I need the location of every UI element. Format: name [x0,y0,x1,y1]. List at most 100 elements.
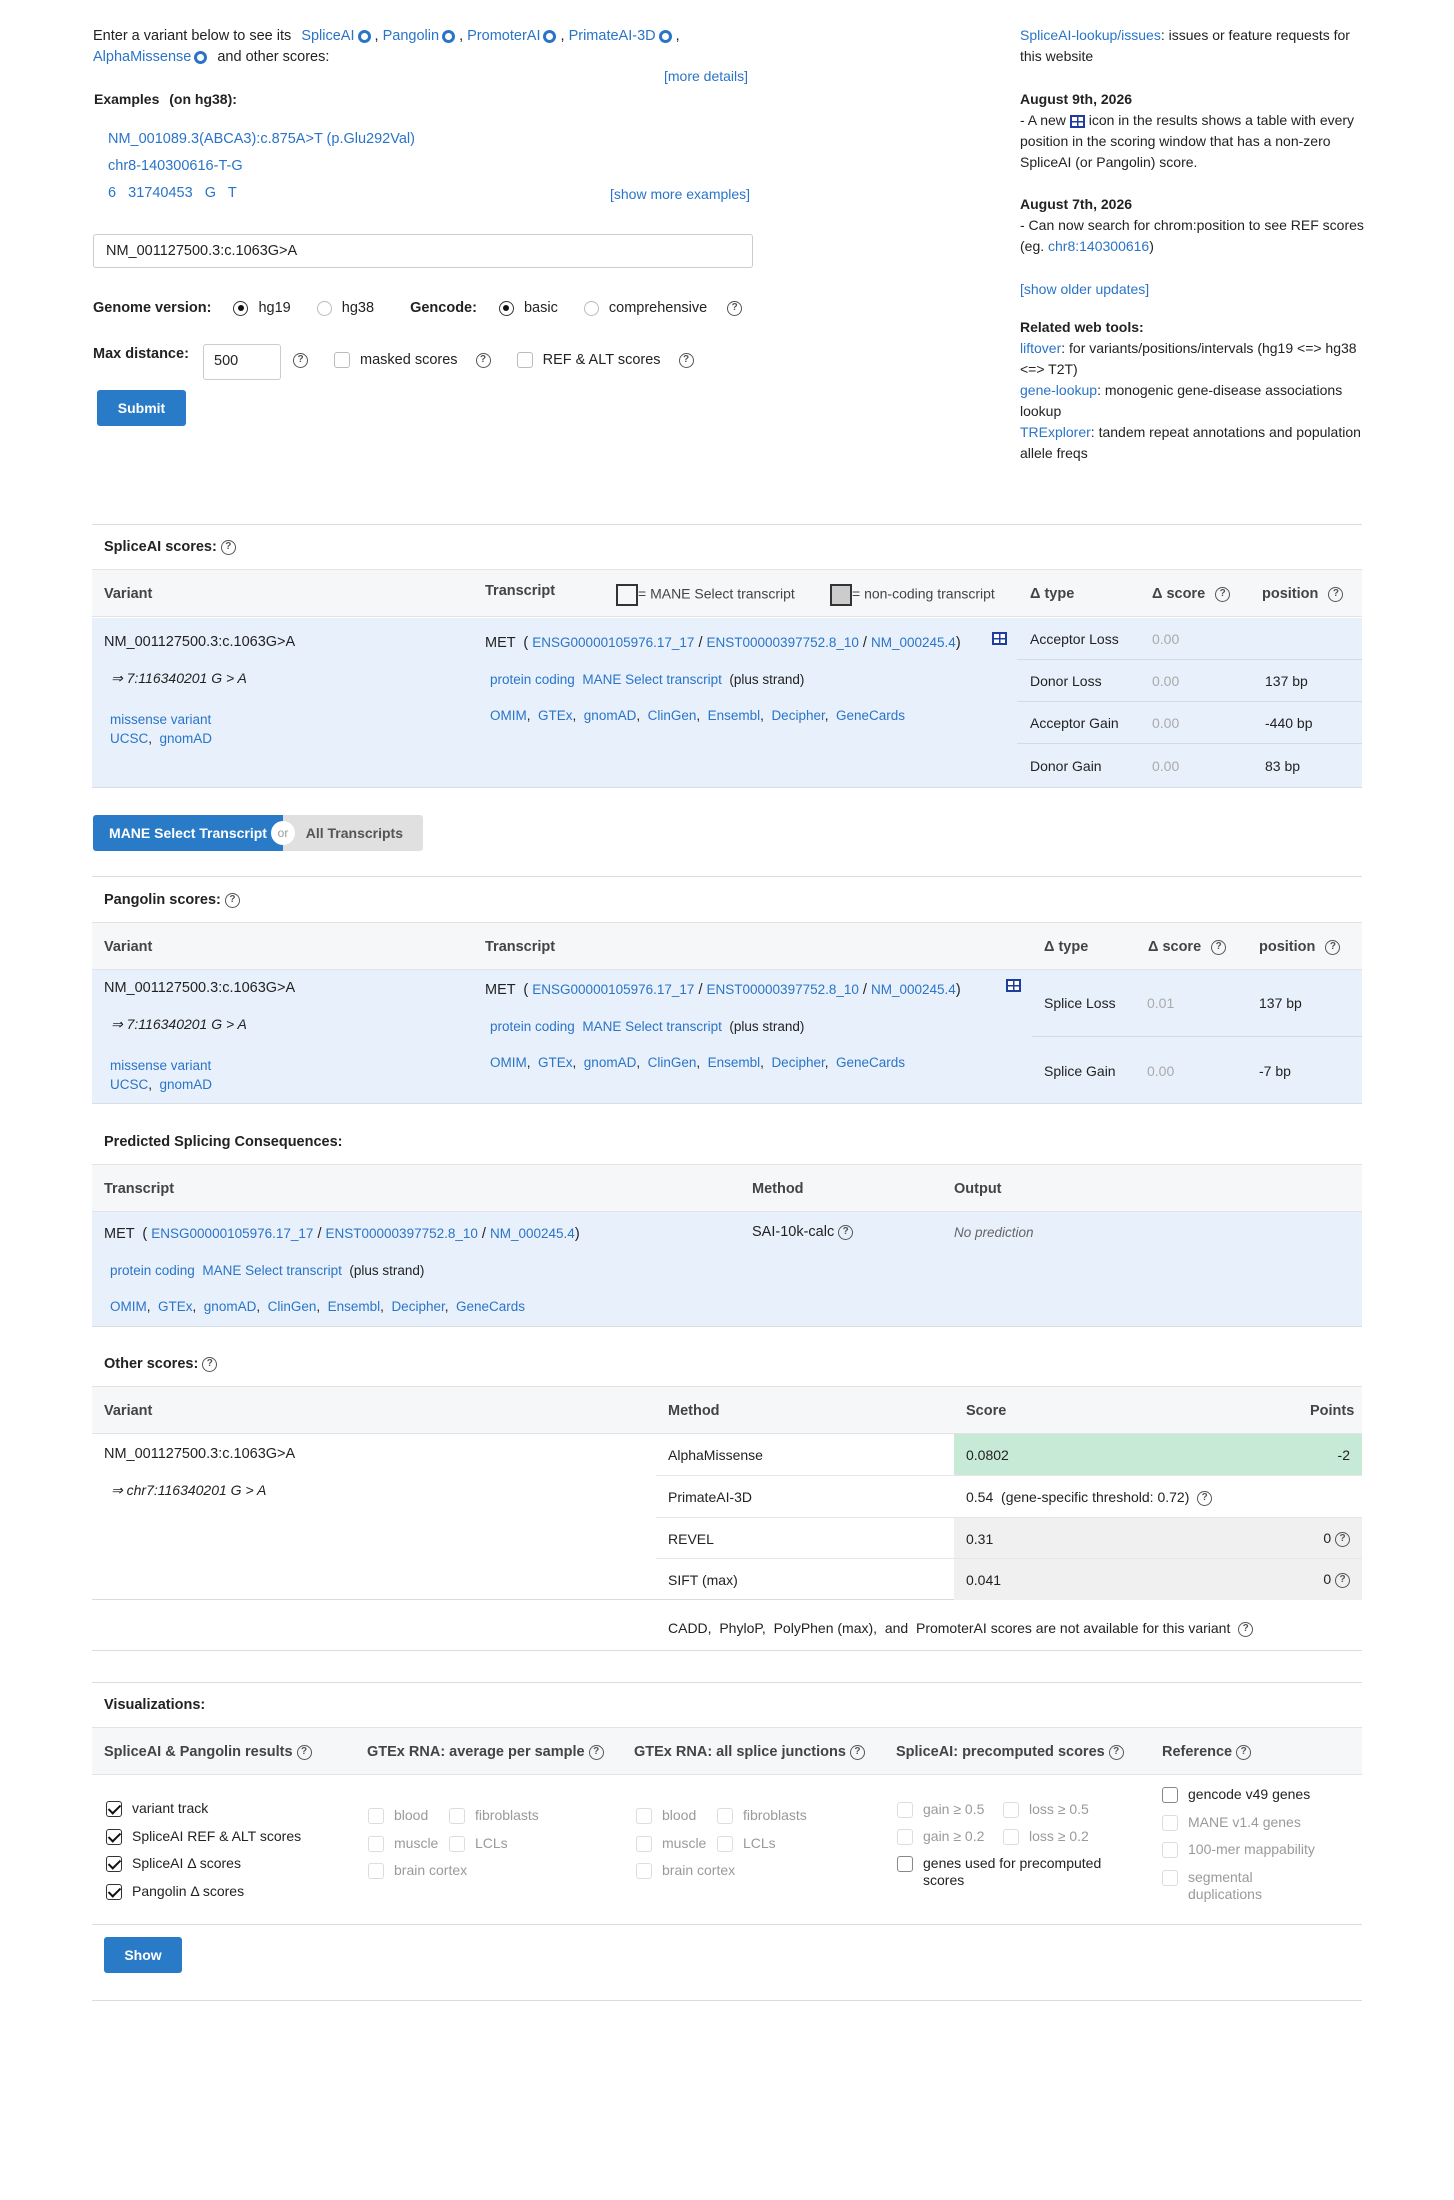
help-icon[interactable]: ? [293,352,308,368]
github-icon[interactable] [357,29,371,43]
help-icon[interactable]: ? [1325,939,1341,955]
promoterai-link[interactable]: PromoterAI [467,28,540,44]
table-icon[interactable] [992,632,1007,645]
checkbox-label[interactable]: MANE v1.4 genes [1188,1814,1301,1830]
checkbox-label[interactable]: gencode v49 genes [1188,1786,1310,1802]
decipher-link[interactable]: Decipher [771,708,824,723]
ensembl-link[interactable]: Ensembl [328,1299,381,1314]
consequence-link[interactable]: missense variant [110,712,211,727]
all-transcripts-button[interactable]: All Transcripts [283,815,423,851]
issues-link[interactable]: SpliceAI-lookup/issues [1020,27,1161,43]
radio-basic[interactable] [498,300,514,316]
basic-label[interactable]: basic [524,300,558,316]
help-icon[interactable]: ? [849,1744,865,1760]
biotype-link[interactable]: protein coding [490,1019,575,1034]
decipher-link[interactable]: Decipher [771,1055,824,1070]
help-icon[interactable]: ? [727,300,743,316]
primateai-link[interactable]: PrimateAI-3D [569,28,656,44]
hg38-label[interactable]: hg38 [342,300,374,316]
example-position-link[interactable]: chr8:140300616 [1048,238,1149,254]
decipher-link[interactable]: Decipher [391,1299,444,1314]
omim-link[interactable]: OMIM [490,1055,527,1070]
loss-05-checkbox[interactable] [1003,1802,1019,1819]
variant-input[interactable]: NM_001127500.3:c.1063G>A [93,234,753,268]
checkbox-label[interactable]: segmental duplications [1188,1869,1298,1903]
gtex-link[interactable]: GTEx [158,1299,193,1314]
checkbox-label[interactable]: gain ≥ 0.2 [923,1823,1003,1850]
omim-link[interactable]: OMIM [110,1299,147,1314]
radio-hg38[interactable] [316,300,332,316]
help-icon[interactable]: ? [838,1224,854,1240]
gtex-junc-blood-checkbox[interactable] [636,1808,652,1825]
help-icon[interactable]: ? [202,1356,218,1372]
checkbox-label[interactable]: blood [662,1802,717,1830]
gain-05-checkbox[interactable] [897,1802,913,1819]
gnomad-link[interactable]: gnomAD [160,731,213,746]
genecards-link[interactable]: GeneCards [836,1055,905,1070]
checkbox-label[interactable]: SpliceAI Δ scores [132,1855,241,1871]
ensembl-link[interactable]: Ensembl [708,1055,761,1070]
gtex-junc-fibroblasts-checkbox[interactable] [717,1808,733,1825]
mane-genes-checkbox[interactable] [1162,1814,1178,1831]
checkbox-label[interactable]: loss ≥ 0.5 [1029,1801,1089,1817]
checkbox-label[interactable]: muscle [662,1830,717,1858]
gnomad-link[interactable]: gnomAD [584,1055,637,1070]
gtex-junc-brain-checkbox[interactable] [636,1863,652,1880]
help-icon[interactable]: ? [224,892,240,908]
github-icon[interactable] [194,50,208,64]
help-icon[interactable]: ? [1238,1621,1254,1637]
genecards-link[interactable]: GeneCards [836,708,905,723]
checkbox-label[interactable]: brain cortex [662,1862,735,1878]
example-1[interactable]: NM_001089.3(ABCA3):c.875A>T (p.Glu292Val… [108,131,415,147]
mappability-checkbox[interactable] [1162,1842,1178,1859]
gnomad-link[interactable]: gnomAD [160,1077,213,1092]
spliceai-delta-checkbox[interactable] [106,1856,122,1873]
help-icon[interactable]: ? [296,1744,312,1760]
help-icon[interactable]: ? [1236,1744,1252,1760]
help-icon[interactable]: ? [1328,586,1344,602]
gtex-link[interactable]: GTEx [538,708,573,723]
checkbox-label[interactable]: brain cortex [394,1862,467,1878]
alphamissense-link[interactable]: AlphaMissense [93,49,191,65]
ref-alt-checkbox[interactable] [516,352,533,369]
help-icon[interactable]: ? [1211,939,1227,955]
checkbox-label[interactable]: LCLs [743,1835,776,1851]
checkbox-label[interactable]: 100-mer mappability [1188,1841,1315,1857]
biotype-link[interactable]: protein coding [490,672,575,687]
example-2[interactable]: chr8-140300616-T-G [108,158,243,174]
biotype-link[interactable]: protein coding [110,1263,195,1278]
variant-track-checkbox[interactable] [106,1801,122,1818]
masked-scores-checkbox[interactable] [334,352,351,369]
consequence-link[interactable]: missense variant [110,1058,211,1073]
help-icon[interactable]: ? [1215,586,1231,602]
pangolin-link[interactable]: Pangolin [383,28,439,44]
clingen-link[interactable]: ClinGen [648,708,697,723]
help-icon[interactable]: ? [475,352,491,368]
help-icon[interactable]: ? [588,1744,604,1760]
checkbox-label[interactable]: loss ≥ 0.2 [1029,1828,1089,1844]
help-icon[interactable]: ? [1197,1490,1213,1506]
ensembl-link[interactable]: Ensembl [708,708,761,723]
help-icon[interactable]: ? [220,539,236,555]
trexplorer-link[interactable]: TRExplorer [1020,424,1091,440]
checkbox-label[interactable]: fibroblasts [743,1807,807,1823]
checkbox-label[interactable]: SpliceAI REF & ALT scores [132,1828,301,1844]
checkbox-label[interactable]: muscle [394,1830,449,1858]
older-updates-link[interactable]: [show older updates] [1020,281,1149,297]
refseq-link[interactable]: NM_000245.4 [871,635,956,650]
hg19-label[interactable]: hg19 [258,300,290,316]
spliceai-refalt-checkbox[interactable] [106,1828,122,1845]
show-button[interactable]: Show [104,1937,182,1973]
example-3[interactable]: 6 31740453 G T [108,185,237,201]
show-more-examples-link[interactable]: [show more examples] [610,186,750,202]
radio-comprehensive[interactable] [583,300,599,316]
submit-button[interactable]: Submit [97,390,186,426]
checkbox-label[interactable]: Pangolin Δ scores [132,1883,244,1899]
github-icon[interactable] [442,29,456,43]
checkbox-label[interactable]: variant track [132,1800,208,1816]
omim-link[interactable]: OMIM [490,708,527,723]
checkbox-label[interactable]: LCLs [475,1835,508,1851]
liftover-link[interactable]: liftover [1020,340,1061,356]
github-icon[interactable] [543,29,557,43]
mane-link[interactable]: MANE Select transcript [202,1263,342,1278]
